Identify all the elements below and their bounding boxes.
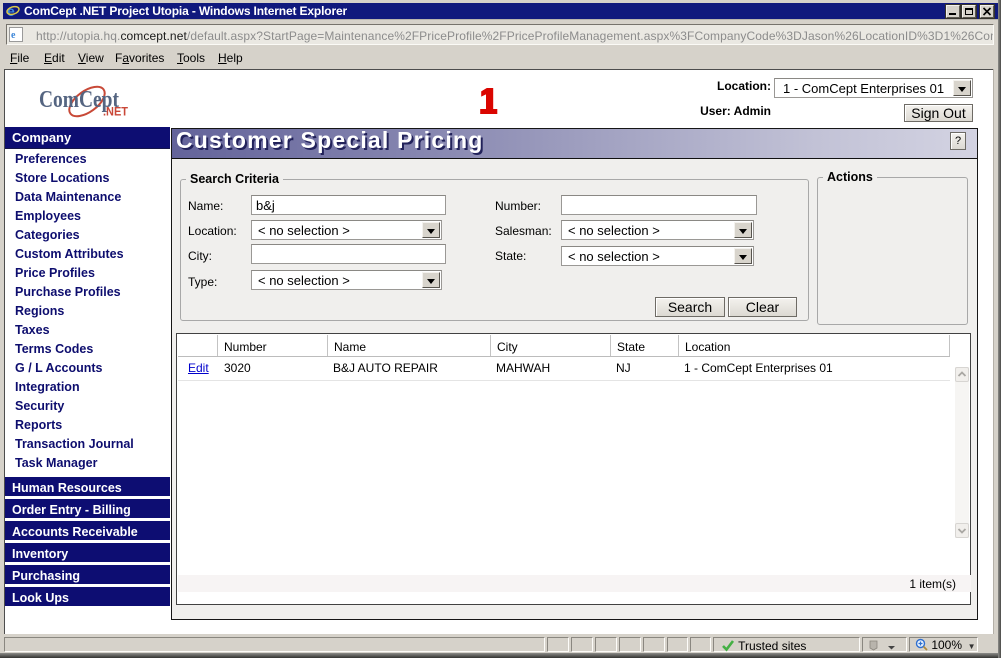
svg-text:e: e xyxy=(11,30,16,41)
svg-text:.NET: .NET xyxy=(103,105,129,119)
